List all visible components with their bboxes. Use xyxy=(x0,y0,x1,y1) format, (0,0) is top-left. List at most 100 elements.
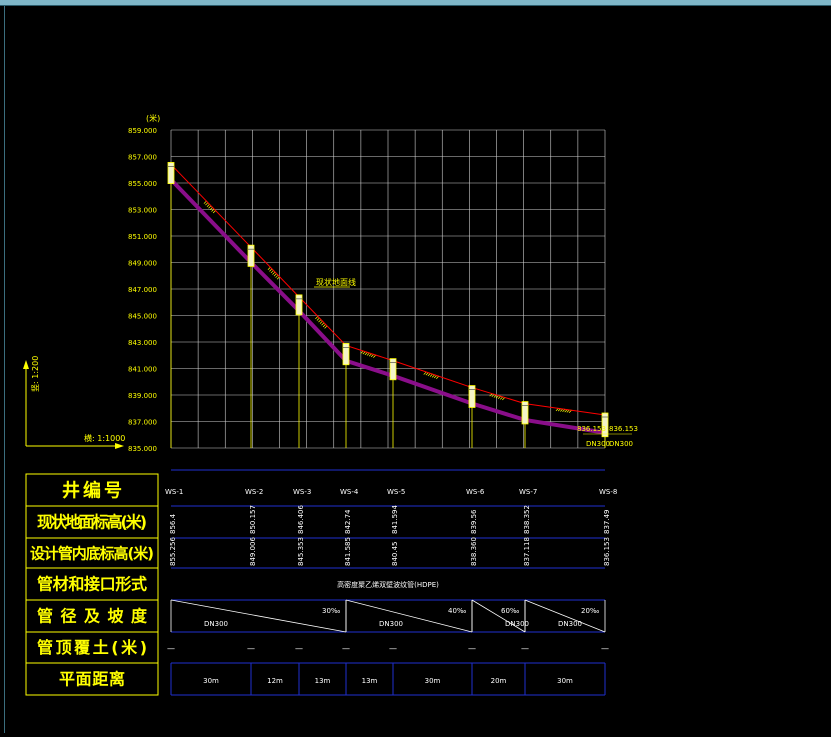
window-top-border xyxy=(0,0,831,6)
row-header-2: 设计管内底标高(米) xyxy=(30,544,154,562)
hatch-mark xyxy=(270,270,274,274)
hatch-mark xyxy=(203,200,207,204)
y-tick-label: 851.000 xyxy=(128,233,157,241)
manhole-WS-5 xyxy=(389,358,397,381)
ground-elevation: 841.594 xyxy=(391,505,399,534)
pipe-slope: 30‰ xyxy=(322,607,341,615)
invert-elevation: 845.353 xyxy=(297,537,305,566)
ground-elevation: 842.74 xyxy=(344,509,352,534)
hatch-mark xyxy=(319,320,323,324)
invert-elevation: 855.256 xyxy=(169,537,177,566)
y-tick-label: 835.000 xyxy=(128,445,157,453)
row-header-0: 井编号 xyxy=(62,479,122,501)
row-header-3: 管材和接口形式 xyxy=(37,575,147,594)
y-tick-label: 849.000 xyxy=(128,260,157,268)
pipe-dn: DN300 xyxy=(204,620,228,628)
row-header-6: 平面距离 xyxy=(59,670,125,689)
invert-elevation: 841.585 xyxy=(344,537,352,566)
cover-mark: — xyxy=(521,644,529,653)
y-tick-label: 855.000 xyxy=(128,180,157,188)
hatch-mark xyxy=(315,316,319,320)
distance-value: 30m xyxy=(425,677,441,685)
distance-value: 13m xyxy=(362,677,378,685)
vertical-scale-label: 竖: 1:200 xyxy=(31,356,40,392)
hatch-mark xyxy=(322,324,326,328)
distance-value: 30m xyxy=(203,677,219,685)
manhole-WS-6 xyxy=(468,385,476,408)
hatch-mark xyxy=(321,322,325,326)
well-id: WS-3 xyxy=(293,488,311,496)
manhole-WS-3 xyxy=(295,294,303,316)
cover-mark: — xyxy=(601,644,609,653)
ground-elevation: 838.352 xyxy=(523,505,531,534)
pipe-dn: DN300 xyxy=(379,620,403,628)
y-axis-labels: 859.000 857.000 855.000 853.000 851.000 849.0… xyxy=(128,127,157,453)
distance-value: 13m xyxy=(315,677,331,685)
hatch-mark xyxy=(269,268,273,272)
hatch-mark xyxy=(318,319,322,323)
hatch-mark xyxy=(316,317,320,321)
pipe-dn: DN300 xyxy=(505,620,529,628)
ground-elevation: 846.406 xyxy=(297,505,305,534)
well-id: WS-6 xyxy=(466,488,485,496)
slope-line xyxy=(170,599,347,633)
hatch-mark xyxy=(273,273,277,277)
y-tick-label: 847.000 xyxy=(128,286,157,294)
row-header-1: 现状地面标高(米) xyxy=(37,513,147,532)
well-id: WS-4 xyxy=(340,488,359,496)
y-tick-label: 859.000 xyxy=(128,127,157,135)
distance-value: 20m xyxy=(491,677,507,685)
manhole-WS-2 xyxy=(247,244,255,267)
cad-drawing: (米) 859.000 857.000 855.000 853.000 851.000 8… xyxy=(0,0,831,733)
pipe-slope: 40‰ xyxy=(448,607,467,615)
invert-elevation: 836.153 xyxy=(603,537,611,566)
profile-drawing-svg: (米) 859.000857.000855.000853.000851.0008… xyxy=(23,113,638,696)
manhole-WS-7 xyxy=(521,401,529,425)
hatch-mark xyxy=(208,205,212,209)
cover-mark: — xyxy=(468,644,476,653)
cover-mark: — xyxy=(342,644,350,653)
units-label: (米) xyxy=(146,113,160,123)
invert-elevation: 849.006 xyxy=(249,537,257,566)
well-id: WS-2 xyxy=(245,488,263,496)
pipe-slope: 60‰ xyxy=(501,607,520,615)
ground-elevation: 850.157 xyxy=(249,505,257,534)
hatch-mark xyxy=(275,274,279,278)
well-id: WS-8 xyxy=(599,488,617,496)
cover-mark: — xyxy=(295,644,303,653)
slope-line xyxy=(345,599,473,633)
horizontal-scale-label: 横: 1:1000 xyxy=(84,433,125,443)
data-table: 井编号现状地面标高(米) 设计管内底标高(米) 管材和接口形式管径及坡度管顶覆土(米… xyxy=(25,469,617,696)
y-tick-label: 853.000 xyxy=(128,207,157,215)
ground-elevation: 856.4 xyxy=(169,513,177,534)
y-tick-label: 845.000 xyxy=(128,313,157,321)
ground-line-label: 现状地面线 xyxy=(316,277,356,287)
hatch-mark xyxy=(206,203,210,207)
pipe-slope: 20‰ xyxy=(581,607,600,615)
end-value-left: 836.153 xyxy=(577,425,606,433)
profile-grid xyxy=(170,129,606,449)
well-id: WS-1 xyxy=(165,488,183,496)
end-dn-left: DN300 xyxy=(586,440,610,448)
row-header-4: 管径及坡度 xyxy=(37,607,148,626)
y-tick-label: 857.000 xyxy=(128,154,157,162)
ground-elevation: 839.56 xyxy=(470,509,478,534)
invert-elevation: 838.360 xyxy=(470,537,478,566)
cover-mark: — xyxy=(167,644,175,653)
distance-value: 12m xyxy=(267,677,283,685)
end-value-right: 836.153 xyxy=(609,425,638,433)
invert-elevation: 840.45 xyxy=(391,542,399,567)
hatch-mark xyxy=(324,325,328,329)
window-left-border xyxy=(4,6,5,733)
y-tick-label: 841.000 xyxy=(128,366,157,374)
manhole-WS-1 xyxy=(167,162,175,185)
row-header-5: 管顶覆土(米) xyxy=(37,638,147,657)
cover-mark: — xyxy=(247,644,255,653)
ground-elevation: 837.49 xyxy=(603,510,611,535)
distance-value: 30m xyxy=(557,677,573,685)
pipe-material: 高密度聚乙烯双壁波纹管(HDPE) xyxy=(337,580,439,589)
manhole-WS-4 xyxy=(342,343,350,366)
y-tick-label: 843.000 xyxy=(128,339,157,347)
pipe-dn: DN300 xyxy=(558,620,582,628)
hatch-mark xyxy=(212,210,216,214)
